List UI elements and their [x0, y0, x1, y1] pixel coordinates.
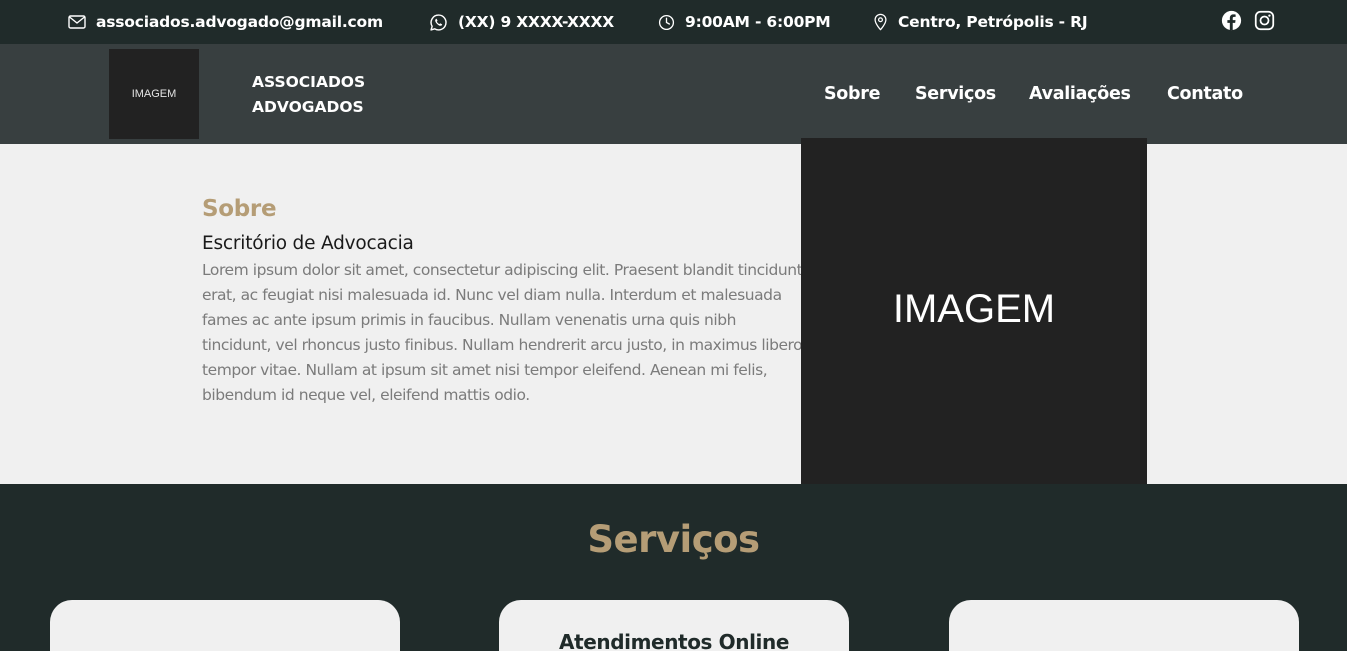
- business-hours: 9:00AM - 6:00PM: [658, 0, 831, 44]
- about-image-text: IMAGEM: [892, 286, 1056, 331]
- logo-placeholder-text: IMAGEM: [131, 88, 177, 100]
- brand-name-line2: ADVOGADOS: [252, 98, 364, 116]
- facebook-icon[interactable]: [1221, 10, 1242, 31]
- top-info-bar: associados.advogado@gmail.com (XX) 9 XXX…: [0, 0, 1347, 44]
- mail-icon: [68, 15, 86, 29]
- services-heading: Serviços: [587, 518, 760, 561]
- nav-link-sobre[interactable]: Sobre: [824, 44, 880, 144]
- whatsapp-icon: [430, 13, 447, 31]
- instagram-icon[interactable]: [1254, 10, 1275, 31]
- business-hours-text: 9:00AM - 6:00PM: [685, 13, 831, 31]
- main-header: IMAGEM ASSOCIADOS ADVOGADOS Sobre Serviç…: [0, 44, 1347, 144]
- office-location[interactable]: Centro, Petrópolis - RJ: [873, 0, 1088, 44]
- map-pin-icon: [874, 13, 887, 31]
- about-paragraph: Lorem ipsum dolor sit amet, consectetur …: [202, 261, 803, 404]
- service-card[interactable]: [50, 600, 400, 651]
- contact-phone[interactable]: (XX) 9 XXXX-XXXX: [429, 0, 614, 44]
- service-card[interactable]: Atendimentos Online: [499, 600, 849, 651]
- about-image-placeholder: IMAGEM: [801, 138, 1147, 484]
- about-kicker: Sobre: [202, 196, 277, 222]
- nav-link-contato[interactable]: Contato: [1167, 44, 1243, 144]
- service-card-title: Atendimentos Online: [559, 630, 789, 651]
- brand-name[interactable]: ASSOCIADOS ADVOGADOS: [252, 70, 412, 120]
- contact-email[interactable]: associados.advogado@gmail.com: [68, 0, 383, 44]
- nav-link-servicos[interactable]: Serviços: [915, 44, 996, 144]
- brand-name-line1: ASSOCIADOS: [252, 73, 366, 91]
- office-location-text: Centro, Petrópolis - RJ: [898, 13, 1088, 31]
- clock-icon: [658, 14, 675, 30]
- logo-image-placeholder[interactable]: IMAGEM: [109, 49, 199, 139]
- nav-link-avaliacoes[interactable]: Avaliações: [1029, 44, 1131, 144]
- service-card[interactable]: [949, 600, 1299, 651]
- contact-phone-text: (XX) 9 XXXX-XXXX: [458, 13, 614, 31]
- contact-email-text: associados.advogado@gmail.com: [96, 13, 383, 31]
- about-heading: Escritório de Advocacia: [202, 233, 414, 254]
